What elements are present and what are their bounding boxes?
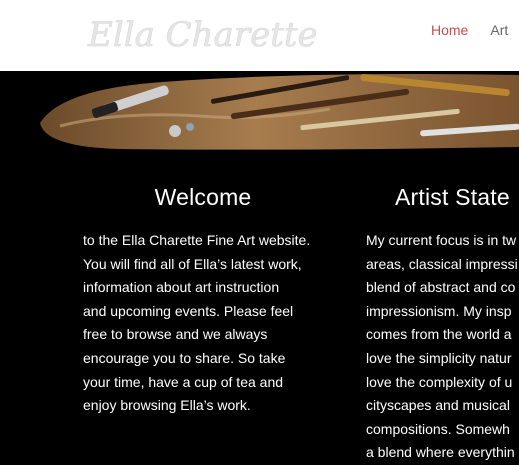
hero-banner-image: [0, 71, 519, 151]
statement-line: love the complexity of u: [366, 373, 513, 390]
welcome-line: your time, have a cup of tea and: [83, 373, 284, 390]
welcome-line: and upcoming events. Please feel: [83, 302, 294, 319]
artist-statement-heading: Artist State: [395, 184, 510, 210]
statement-line: compositions. Somewh: [366, 420, 510, 437]
statement-line: blend of abstract and co: [366, 279, 516, 296]
statement-line: areas, classical impressi: [366, 255, 518, 272]
statement-line: cityscapes and musical: [366, 397, 510, 414]
statement-line: love the simplicity natur: [366, 349, 512, 366]
nav-home-link[interactable]: Home: [431, 22, 468, 38]
welcome-section: Welcome to the Ella Charette Fine Art we…: [83, 184, 323, 418]
main-nav: Home Art: [431, 22, 508, 38]
signature-logo-image: Ella Charette D.: [87, 15, 366, 56]
nav-art-link[interactable]: Art: [490, 22, 508, 38]
welcome-paragraph: to the Ella Charette Fine Art website. Y…: [83, 229, 323, 418]
welcome-heading: Welcome: [154, 184, 252, 210]
welcome-line: free to browse and we always: [83, 326, 268, 343]
statement-line: comes from the world a: [366, 326, 512, 343]
welcome-line: encourage you to share. So take: [83, 349, 286, 366]
artist-statement-section: Artist State My current focus is in tw a…: [366, 184, 519, 465]
site-header: Ella Charette D. Home Art: [0, 0, 519, 71]
logo-text: Ella Charette D.: [87, 15, 316, 55]
welcome-line: to the Ella Charette Fine Art website.: [83, 232, 311, 248]
welcome-line: information about art instruction: [83, 279, 280, 296]
artist-statement-paragraph: My current focus is in tw areas, classic…: [366, 229, 519, 465]
welcome-line: You will find all of Ella’s latest work,: [83, 255, 302, 272]
statement-line: impressionism. My insp: [366, 302, 512, 319]
site-logo[interactable]: Ella Charette D.: [86, 10, 366, 56]
statement-line: My current focus is in tw: [366, 232, 517, 248]
statement-line: a blend where everythin: [366, 444, 515, 461]
welcome-line: enjoy browsing Ella’s work.: [83, 397, 251, 414]
